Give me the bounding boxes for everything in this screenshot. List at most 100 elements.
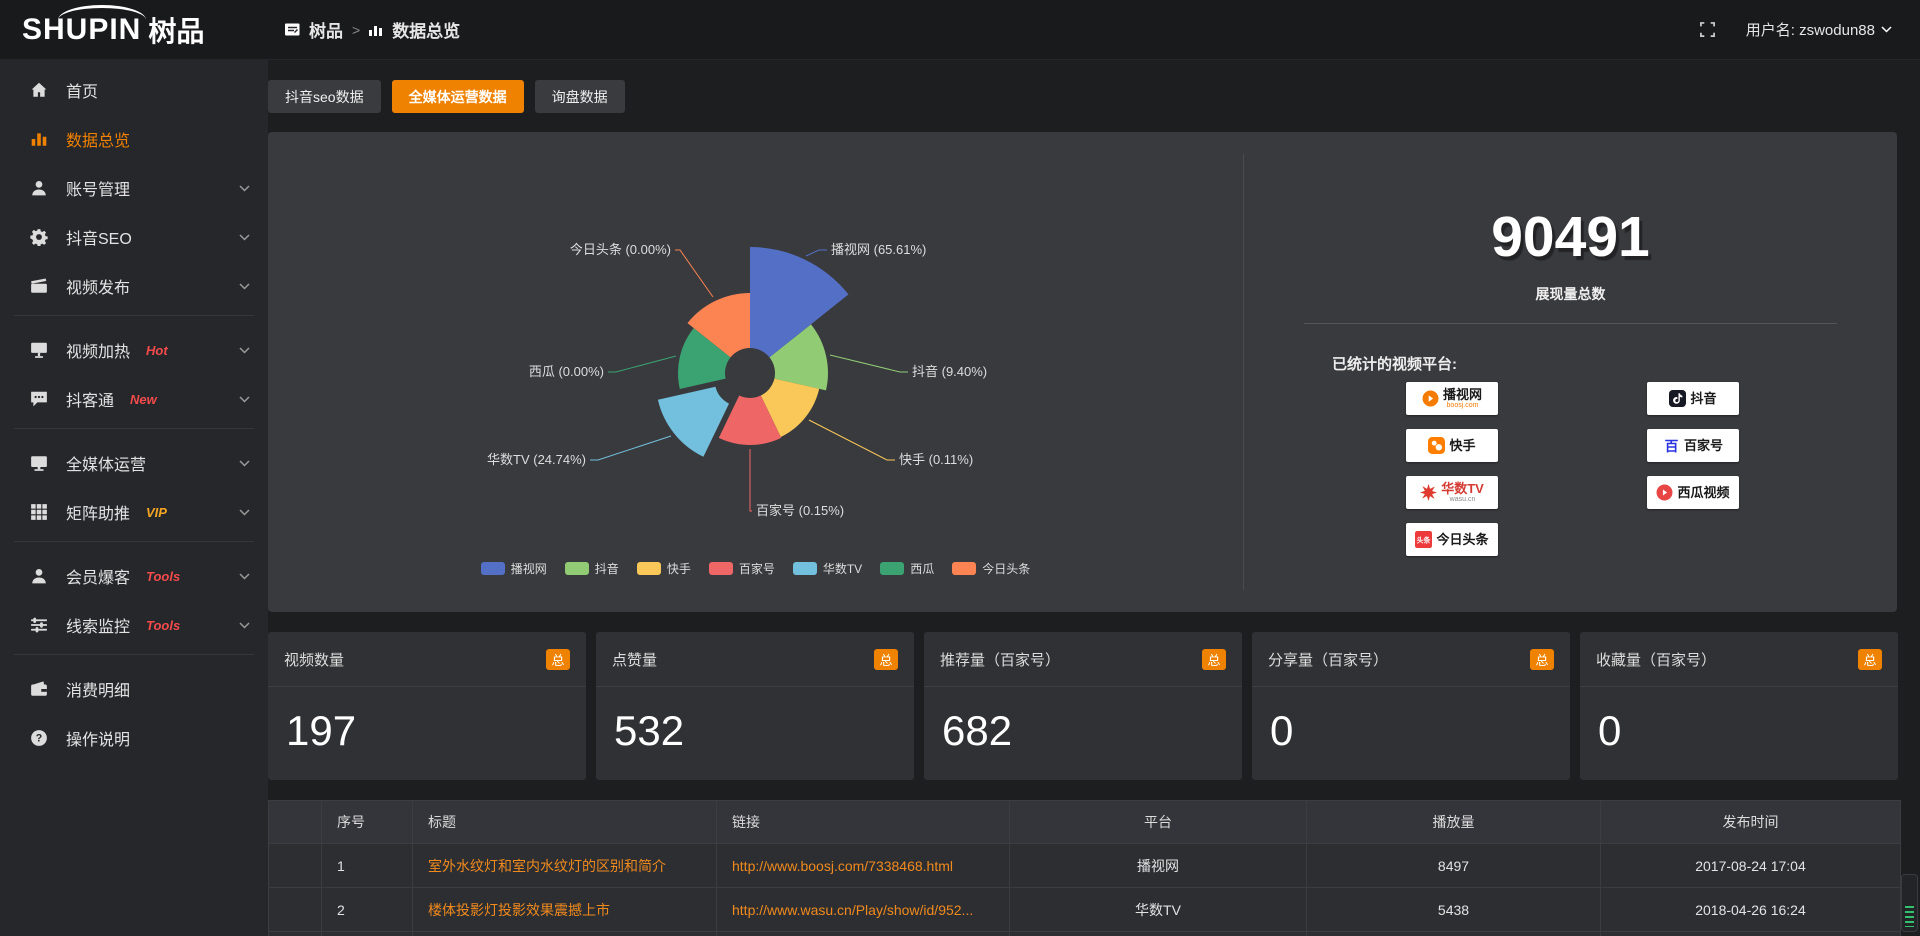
scroll-widget[interactable]	[1901, 874, 1918, 932]
stat-card-title: 视频数量	[284, 649, 344, 670]
legend-item[interactable]: 华数TV	[793, 560, 862, 577]
cell-plays: 5438	[1307, 888, 1601, 932]
pie-label-line	[750, 449, 752, 511]
breadcrumb-separator: >	[352, 22, 360, 38]
chevron-down-icon	[239, 460, 250, 467]
table-header-2: 标题	[413, 801, 717, 844]
stat-card-value: 197	[268, 687, 586, 755]
stat-card-value: 0	[1580, 687, 1898, 755]
impressions-total-label: 展现量总数	[1244, 284, 1897, 304]
svg-text:百: 百	[1665, 438, 1679, 454]
chart-legend: 播视网 抖音 快手 百家号 华数TV 西瓜 今日头条	[268, 560, 1243, 577]
stat-card-value: 532	[596, 687, 914, 755]
sidebar-item-chat[interactable]: 抖客通New	[0, 377, 268, 421]
sidebar-item-label: 操作说明	[66, 726, 130, 750]
video-table-wrap: 序号标题链接平台播放量发布时间 1室外水纹灯和室内水纹灯的区别和简介http:/…	[268, 800, 1900, 936]
total-badge: 总	[546, 649, 570, 670]
video-title-link[interactable]: 室外水纹灯和室内水纹灯的区别和简介	[428, 858, 666, 874]
chevron-down-icon	[1881, 26, 1892, 33]
sidebar-divider	[14, 428, 254, 429]
user-area: 用户名: zswodun88	[1699, 19, 1920, 40]
pie-label: 播视网 (65.61%)	[831, 242, 926, 257]
legend-swatch	[637, 562, 661, 575]
legend-item[interactable]: 快手	[637, 560, 691, 577]
cell-no: 2	[322, 888, 413, 932]
cell-platform: 华数TV	[1010, 888, 1307, 932]
legend-label: 今日头条	[982, 560, 1030, 577]
grid-icon	[30, 503, 50, 521]
username-dropdown[interactable]: 用户名: zswodun88	[1746, 19, 1892, 40]
total-badge: 总	[1202, 649, 1226, 670]
platform-name: 播视网	[1443, 388, 1482, 401]
video-table: 序号标题链接平台播放量发布时间 1室外水纹灯和室内水纹灯的区别和简介http:/…	[268, 800, 1901, 936]
platforms-heading: 已统计的视频平台:	[1332, 353, 1457, 374]
cell-title: 楼体投影灯投影效果震撼上市	[413, 888, 717, 932]
sidebar-item-sliders[interactable]: 线索监控Tools	[0, 603, 268, 647]
tab-1[interactable]: 抖音seo数据	[268, 80, 381, 113]
sidebar-item-badge: VIP	[146, 505, 167, 520]
total-badge: 总	[1530, 649, 1554, 670]
breadcrumb-current[interactable]: 数据总览	[392, 17, 460, 42]
total-badge: 总	[874, 649, 898, 670]
stat-card-value: 682	[924, 687, 1242, 755]
legend-item[interactable]: 抖音	[565, 560, 619, 577]
table-header-4: 平台	[1010, 801, 1307, 844]
platform-badge: 快手	[1406, 429, 1498, 462]
tab-2[interactable]: 全媒体运营数据	[392, 80, 524, 113]
sidebar-item-video[interactable]: 视频发布	[0, 264, 268, 308]
platform-name: 百家号	[1684, 439, 1723, 452]
stat-card-header: 推荐量（百家号） 总	[924, 632, 1242, 687]
video-icon	[30, 277, 50, 295]
stat-card-title: 分享量（百家号）	[1268, 649, 1388, 670]
tab-3[interactable]: 询盘数据	[535, 80, 625, 113]
sidebar: 首页数据总览账号管理抖音SEO 视频发布视频加热Hot 抖客通New 全媒体运营矩阵助…	[0, 60, 268, 936]
pie-label: 西瓜 (0.00%)	[529, 364, 604, 379]
cell-link: http://www.boosj.com/7338468.html	[717, 844, 1010, 888]
sidebar-item-gear[interactable]: 抖音SEO	[0, 215, 268, 259]
sidebar-item-chart[interactable]: 数据总览	[0, 117, 268, 161]
stat-card-title: 收藏量（百家号）	[1596, 649, 1716, 670]
heat-icon	[30, 341, 50, 359]
stat-card: 收藏量（百家号）总0	[1580, 632, 1898, 780]
sidebar-item-wallet[interactable]: 消费明细	[0, 667, 268, 711]
breadcrumb-home[interactable]: 树品	[309, 17, 343, 42]
logo-arc	[58, 5, 146, 20]
sidebar-item-heat[interactable]: 视频加热Hot	[0, 328, 268, 372]
stat-card-title: 推荐量（百家号）	[940, 649, 1060, 670]
video-url-link[interactable]: http://www.boosj.com/7338468.html	[732, 858, 953, 874]
video-url-link[interactable]: http://www.wasu.cn/Play/show/id/952...	[732, 902, 973, 918]
legend-label: 百家号	[739, 560, 775, 577]
stat-cards: 视频数量总197点赞量总532推荐量（百家号）总682分享量（百家号）总0收藏量…	[268, 632, 1898, 780]
pie-slice-4[interactable]	[658, 387, 729, 457]
video-title-link[interactable]: 楼体投影灯投影效果震撼上市	[428, 902, 610, 918]
table-header-5: 播放量	[1307, 801, 1601, 844]
chevron-down-icon	[239, 509, 250, 516]
row-select-cell	[269, 844, 322, 888]
cell-no: 1	[322, 844, 413, 888]
sidebar-item-user[interactable]: 账号管理	[0, 166, 268, 210]
sidebar-item-label: 账号管理	[66, 176, 130, 200]
pie-label: 快手 (0.11%)	[899, 452, 973, 467]
sidebar-item-label: 视频发布	[66, 274, 130, 298]
svg-text:?: ?	[36, 732, 43, 744]
news-icon	[285, 23, 300, 36]
legend-item[interactable]: 西瓜	[880, 560, 934, 577]
impressions-total-value: 90491	[1244, 204, 1897, 270]
sidebar-item-member[interactable]: 会员爆客Tools	[0, 554, 268, 598]
wasu-icon	[1420, 484, 1437, 501]
platform-badge: 西瓜视频	[1647, 476, 1739, 509]
sidebar-item-label: 矩阵助推	[66, 500, 130, 524]
legend-item[interactable]: 百家号	[709, 560, 775, 577]
legend-item[interactable]: 今日头条	[952, 560, 1030, 577]
fullscreen-icon[interactable]	[1699, 21, 1716, 38]
legend-item[interactable]: 播视网	[481, 560, 547, 577]
cell-time: 2017-08-24 17:04	[1601, 844, 1901, 888]
chevron-down-icon	[239, 234, 250, 241]
sidebar-item-help[interactable]: ? 操作说明	[0, 716, 268, 760]
legend-swatch	[793, 562, 817, 575]
platform-badge: 播视网boosj.com	[1406, 382, 1498, 415]
sidebar-item-grid[interactable]: 矩阵助推 VIP	[0, 490, 268, 534]
sidebar-item-home[interactable]: 首页	[0, 68, 268, 112]
sidebar-item-badge: Hot	[146, 343, 168, 358]
sidebar-item-monitor[interactable]: 全媒体运营	[0, 441, 268, 485]
